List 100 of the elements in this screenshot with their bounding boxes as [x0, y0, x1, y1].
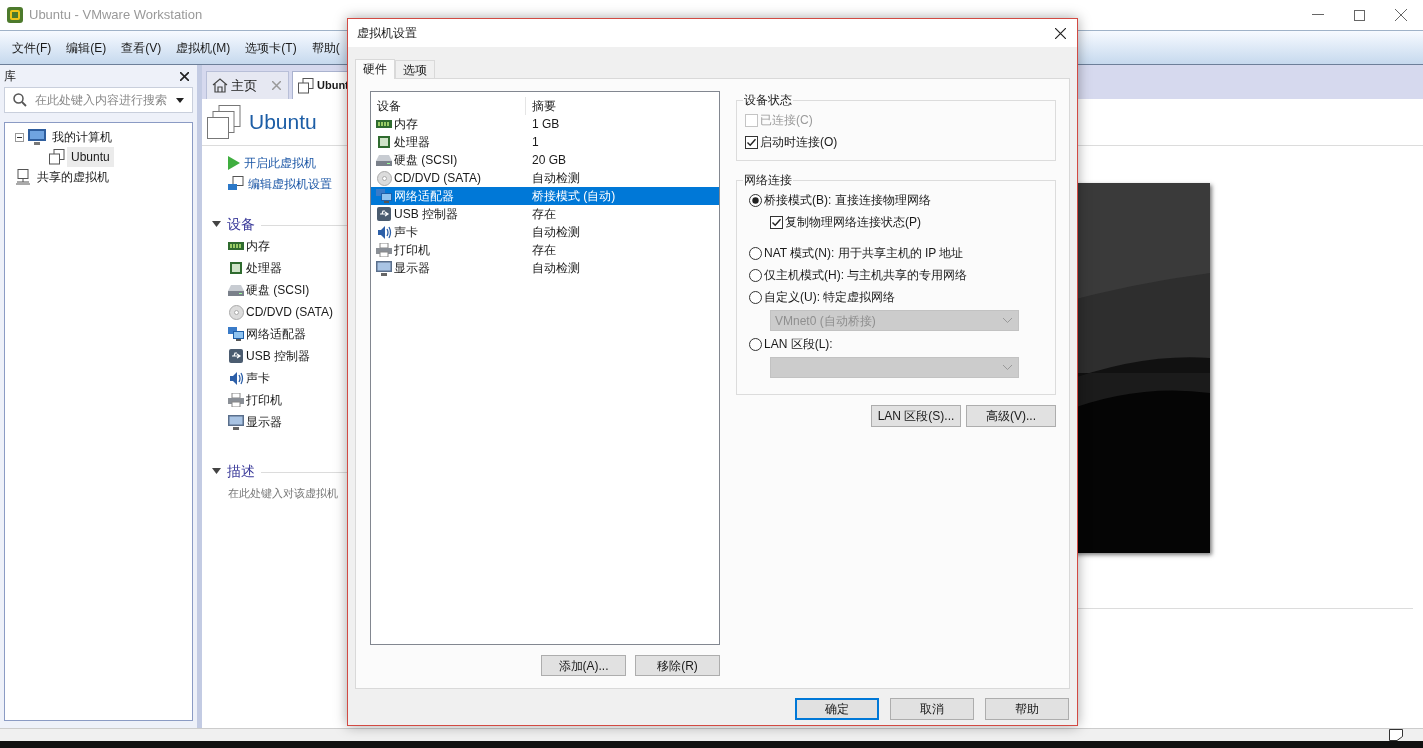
search-field[interactable]: 在此处键入内容进行搜索: [4, 87, 193, 113]
table-cell-text: 20 GB: [532, 152, 567, 169]
usb-icon: [229, 349, 243, 363]
list-row[interactable]: USB 控制器 存在: [371, 205, 719, 223]
list-row[interactable]: 声卡 自动检测: [371, 223, 719, 241]
play-icon: [228, 155, 240, 170]
tab[interactable]: 选项: [395, 60, 435, 78]
checkbox-label[interactable]: 启动时连接(O): [760, 133, 838, 151]
description-placeholder[interactable]: 在此处键入对该虚拟机: [228, 487, 338, 499]
close-icon[interactable]: [180, 71, 189, 81]
list-row[interactable]: 内存 1 GB: [371, 115, 719, 133]
table-cell-text: 存在: [532, 242, 556, 259]
tree-item[interactable]: Ubuntu: [67, 147, 114, 167]
radio-button[interactable]: [749, 337, 762, 351]
radio-button[interactable]: [749, 290, 762, 304]
menu-item[interactable]: 虚拟机(M): [176, 38, 231, 57]
table-cell-text: 处理器: [394, 134, 430, 151]
checkbox[interactable]: [770, 215, 783, 229]
disc-icon: [228, 304, 244, 320]
radio-label[interactable]: LAN 区段(L):: [764, 335, 833, 353]
collapse-arrow-icon[interactable]: [212, 468, 221, 474]
group-title: 设备状态: [743, 92, 793, 109]
device-item[interactable]: 网络适配器: [246, 325, 306, 343]
disk-drive-icon: [376, 154, 392, 166]
dialog-button[interactable]: 添加(A)...: [541, 655, 626, 676]
chevron-down-icon: [1003, 318, 1012, 323]
vm-icon: [207, 105, 241, 139]
list-row[interactable]: 处理器 1: [371, 133, 719, 151]
menu-item[interactable]: 编辑(E): [66, 38, 107, 57]
maximize-icon[interactable]: [1354, 9, 1365, 21]
table-cell-text: 自动检测: [532, 260, 580, 277]
dropdown-caret-icon[interactable]: [176, 97, 184, 103]
list-row[interactable]: 网络适配器 桥接模式 (自动): [371, 187, 719, 205]
chip-icon: [378, 136, 390, 148]
device-item[interactable]: 硬盘 (SCSI): [246, 281, 310, 299]
minimize-icon[interactable]: [1312, 14, 1324, 16]
monitor-icon: [228, 414, 244, 430]
dialog-button[interactable]: 移除(R): [635, 655, 720, 676]
dialog-button[interactable]: 帮助: [985, 698, 1069, 720]
document-tab[interactable]: 主页: [206, 71, 289, 99]
table-cell-text: USB 控制器: [394, 206, 458, 223]
section-title: 设备: [227, 214, 255, 234]
app-logo-icon: [7, 7, 23, 23]
table-cell-text: 声卡: [394, 224, 418, 241]
collapse-arrow-icon[interactable]: [212, 221, 221, 227]
menu-item[interactable]: 文件(F): [12, 38, 52, 57]
radio-label[interactable]: 仅主机模式(H): 与主机共享的专用网络: [764, 266, 968, 284]
device-item[interactable]: USB 控制器: [246, 347, 310, 365]
action-link[interactable]: 编辑虚拟机设置: [248, 174, 332, 193]
checkbox[interactable]: [745, 135, 758, 149]
speaker-icon: [228, 370, 244, 386]
device-item[interactable]: 打印机: [246, 391, 282, 409]
dialog-button[interactable]: 高级(V)...: [966, 405, 1056, 427]
table-cell-text: 存在: [532, 206, 556, 223]
column-header[interactable]: 设备: [371, 96, 526, 115]
radio-button[interactable]: [749, 246, 762, 260]
device-item[interactable]: 处理器: [246, 259, 282, 277]
radio-label[interactable]: 桥接模式(B): 直接连接物理网络: [764, 191, 931, 209]
memory-icon: [228, 242, 244, 250]
table-cell-text: 1 GB: [532, 116, 560, 133]
checkbox-label[interactable]: 复制物理网络连接状态(P): [785, 213, 921, 231]
menu-item[interactable]: 选项卡(T): [245, 38, 297, 57]
table-cell-text: 自动检测: [532, 224, 580, 241]
collapse-icon[interactable]: [15, 132, 24, 142]
radio-button[interactable]: [749, 193, 762, 207]
panel-title: 库: [4, 68, 16, 85]
network-icon: [228, 327, 244, 341]
tree-item[interactable]: 我的计算机: [50, 128, 114, 146]
list-row[interactable]: 显示器 自动检测: [371, 259, 719, 277]
radio-label[interactable]: NAT 模式(N): 用于共享主机的 IP 地址: [764, 244, 964, 262]
dialog-button[interactable]: LAN 区段(S)...: [871, 405, 961, 427]
tab[interactable]: 硬件: [355, 59, 395, 79]
device-item[interactable]: 声卡: [246, 369, 270, 387]
table-cell-text: CD/DVD (SATA): [394, 170, 481, 187]
list-row[interactable]: 打印机 存在: [371, 241, 719, 259]
dialog-button[interactable]: 确定: [795, 698, 879, 720]
disc-icon: [376, 170, 392, 186]
table-cell-text: 自动检测: [532, 170, 580, 187]
menu-item[interactable]: 帮助(: [311, 38, 340, 57]
radio-label[interactable]: 自定义(U): 特定虚拟网络: [764, 288, 896, 306]
device-item[interactable]: CD/DVD (SATA): [246, 303, 333, 321]
speaker-icon: [376, 224, 392, 240]
device-item[interactable]: 显示器: [246, 413, 282, 431]
network-icon: [376, 189, 392, 203]
vm-title: Ubuntu: [249, 109, 317, 136]
search-icon: [13, 93, 27, 107]
action-link[interactable]: 开启此虚拟机: [244, 153, 316, 172]
device-item[interactable]: 内存: [246, 237, 270, 255]
dialog-button[interactable]: 取消: [890, 698, 974, 720]
tree-item[interactable]: 共享的虚拟机: [35, 168, 111, 186]
close-icon[interactable]: [1055, 27, 1066, 39]
monitor-icon: [376, 260, 392, 276]
menu-item[interactable]: 查看(V): [121, 38, 162, 57]
dialog-title: 虚拟机设置: [357, 25, 417, 42]
column-header[interactable]: 摘要: [526, 96, 556, 115]
window-title: Ubuntu - VMware Workstation: [29, 6, 203, 25]
list-row[interactable]: CD/DVD (SATA) 自动检测: [371, 169, 719, 187]
radio-button[interactable]: [749, 268, 762, 282]
home-icon: [212, 78, 228, 93]
list-row[interactable]: 硬盘 (SCSI) 20 GB: [371, 151, 719, 169]
